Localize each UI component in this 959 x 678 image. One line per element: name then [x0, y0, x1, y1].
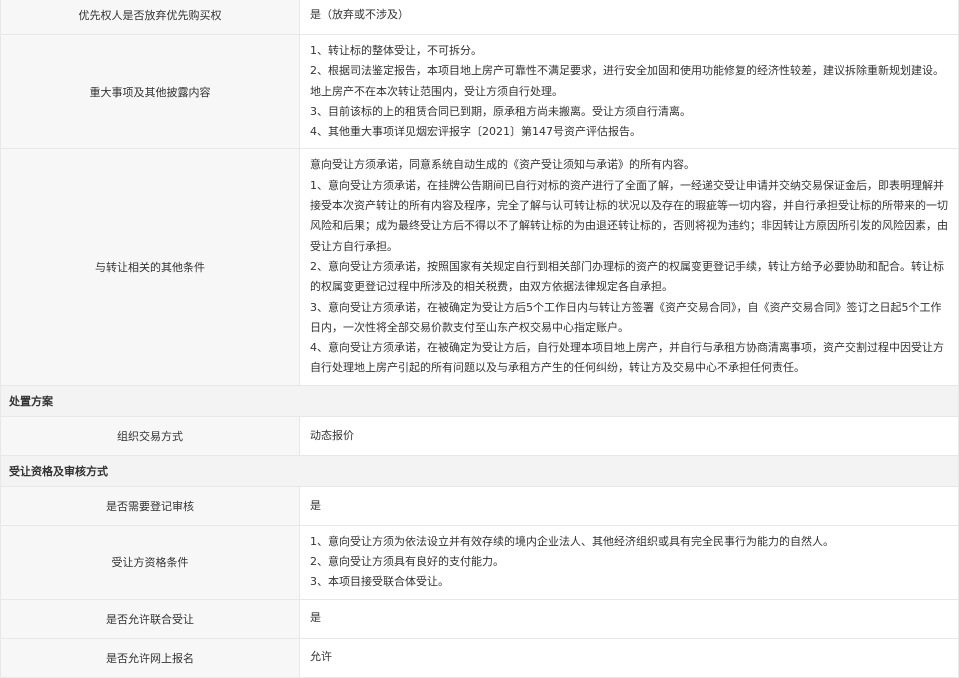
row-value: 动态报价 — [299, 415, 959, 456]
detail-table: 优先权人是否放弃优先购买权 是（放弃或不涉及） 重大事项及其他披露内容 1、转让… — [0, 0, 959, 678]
row-label: 是否需要登记审核 — [0, 485, 300, 526]
value-line: 1、意向受让方须为依法设立并有效存续的境内企业法人、其他经济组织或具有完全民事行… — [310, 534, 834, 548]
row-label: 是否允许网上报名 — [0, 637, 300, 678]
value-line: 是（放弃或不涉及） — [310, 7, 409, 21]
row-label: 受让方资格条件 — [0, 524, 300, 600]
detail-table-container: 优先权人是否放弃优先购买权 是（放弃或不涉及） 重大事项及其他披露内容 1、转让… — [0, 0, 959, 678]
row-value: 是 — [299, 485, 959, 526]
value-line: 1、转让标的整体受让，不可拆分。 — [310, 44, 482, 57]
value-line: 3、目前该标的上的租赁合同已到期，原承租方尚未搬离。受让方须自行清离。 — [310, 104, 691, 118]
row-value: 是（放弃或不涉及） — [299, 0, 959, 35]
row-label: 是否允许联合受让 — [0, 598, 300, 639]
value-line: 4、其他重大事项详见烟宏评报字〔2021〕第147号资产评估报告。 — [310, 125, 641, 139]
row-value: 意向受让方须承诺，同意系统自动生成的《资产受让须知与承诺》的所有内容。 1、意向… — [299, 148, 959, 386]
row-label: 与转让相关的其他条件 — [0, 148, 300, 386]
table-row: 优先权人是否放弃优先购买权 是（放弃或不涉及） — [0, 0, 959, 35]
row-value: 是 — [299, 598, 959, 639]
table-row: 是否需要登记审核 是 — [0, 485, 959, 526]
table-row: 与转让相关的其他条件 意向受让方须承诺，同意系统自动生成的《资产受让须知与承诺》… — [0, 148, 959, 386]
row-label: 重大事项及其他披露内容 — [0, 33, 300, 150]
section-row: 受让资格及审核方式 — [0, 454, 959, 487]
table-row: 组织交易方式 动态报价 — [0, 415, 959, 456]
value-line: 2、意向受让方须承诺，按照国家有关规定自行到相关部门办理标的资产的权属变更登记手… — [310, 259, 944, 294]
row-value: 允许 — [299, 637, 959, 678]
table-row: 受让方资格条件 1、意向受让方须为依法设立并有效存续的境内企业法人、其他经济组织… — [0, 524, 959, 600]
section-title-qualification: 受让资格及审核方式 — [0, 454, 959, 487]
table-row: 是否允许联合受让 是 — [0, 598, 959, 639]
value-line: 1、意向受让方须承诺，在挂牌公告期间已自行对标的资产进行了全面了解，一经递交受让… — [310, 178, 948, 253]
row-label: 优先权人是否放弃优先购买权 — [0, 0, 300, 35]
row-value: 1、转让标的整体受让，不可拆分。 2、根据司法鉴定报告，本项目地上房产可靠性不满… — [299, 33, 959, 150]
section-title-disposal: 处置方案 — [0, 384, 959, 417]
value-line: 2、根据司法鉴定报告，本项目地上房产可靠性不满足要求，进行安全加固和使用功能修复… — [310, 64, 944, 98]
value-line: 2、意向受让方须具有良好的支付能力。 — [310, 555, 504, 569]
value-line: 4、意向受让方须承诺，在被确定为受让方后，自行处理本项目地上房产，并自行与承租方… — [310, 341, 944, 375]
table-row: 是否允许网上报名 允许 — [0, 637, 959, 678]
value-line: 3、意向受让方须承诺，在被确定为受让方后5个工作日内与转让方签署《资产交易合同》… — [310, 300, 942, 334]
row-label: 组织交易方式 — [0, 415, 300, 456]
table-row: 重大事项及其他披露内容 1、转让标的整体受让，不可拆分。 2、根据司法鉴定报告，… — [0, 33, 959, 150]
section-row: 处置方案 — [0, 384, 959, 417]
value-line: 3、本项目接受联合体受让。 — [310, 575, 449, 589]
value-line: 意向受让方须承诺，同意系统自动生成的《资产受让须知与承诺》的所有内容。 — [310, 158, 695, 172]
row-value: 1、意向受让方须为依法设立并有效存续的境内企业法人、其他经济组织或具有完全民事行… — [299, 524, 959, 600]
